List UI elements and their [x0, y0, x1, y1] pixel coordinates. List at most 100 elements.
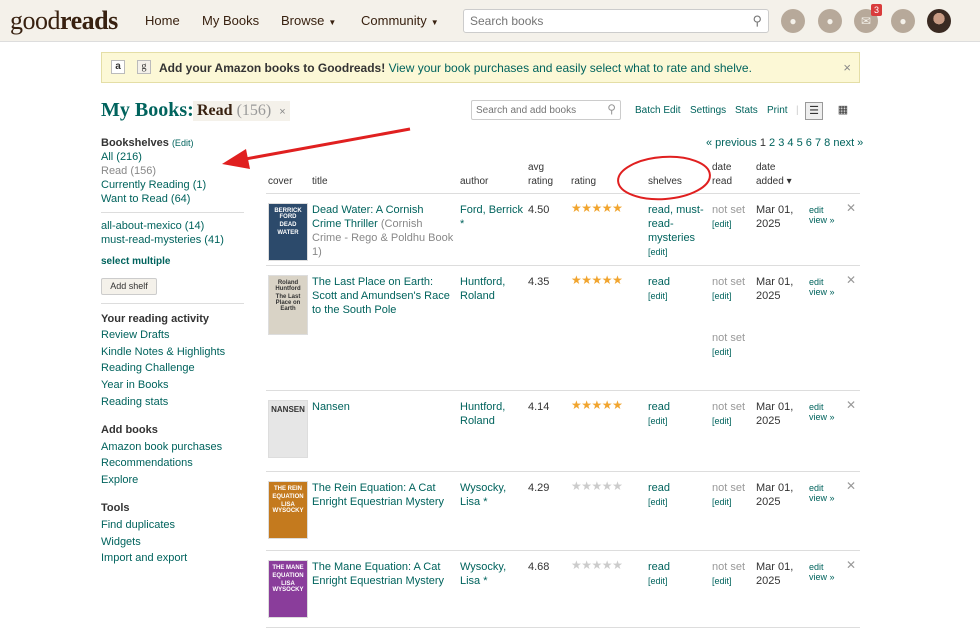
- shelf-read[interactable]: Read (156): [101, 165, 156, 177]
- col-avg-rating[interactable]: avg rating: [528, 161, 553, 189]
- shelf-must-read-mysteries[interactable]: must-read-mysteries (41): [101, 234, 224, 246]
- col-date-read[interactable]: date read: [712, 161, 732, 189]
- edit-date-read-link[interactable]: [edit]: [712, 217, 732, 231]
- star-icon[interactable]: ★: [571, 398, 582, 412]
- print-link[interactable]: Print: [767, 105, 788, 116]
- star-icon[interactable]: ★: [581, 558, 592, 572]
- book-cover[interactable]: NANSEN: [268, 400, 308, 458]
- star-icon[interactable]: ★: [612, 273, 623, 287]
- user-avatar[interactable]: [927, 9, 951, 33]
- star-icon[interactable]: ★: [602, 479, 613, 493]
- next-page-link[interactable]: next »: [833, 137, 863, 149]
- rating-stars[interactable]: ★★★★★: [571, 201, 623, 215]
- page-8[interactable]: 8: [824, 137, 830, 149]
- page-title[interactable]: My Books:: [101, 99, 194, 122]
- remove-book-icon[interactable]: ✕: [846, 273, 856, 287]
- star-icon[interactable]: ★: [602, 273, 613, 287]
- search-icon[interactable]: ⚲: [607, 102, 616, 116]
- reading-challenge-link[interactable]: Reading Challenge: [101, 362, 195, 374]
- star-icon[interactable]: ★: [571, 273, 582, 287]
- col-title[interactable]: title: [312, 175, 328, 189]
- remove-book-icon[interactable]: ✕: [846, 479, 856, 493]
- star-icon[interactable]: ★: [592, 479, 603, 493]
- edit-shelves-link[interactable]: [edit]: [648, 289, 668, 303]
- edit-shelves-link[interactable]: [edit]: [648, 495, 668, 509]
- rating-stars[interactable]: ★★★★★: [571, 273, 623, 287]
- author-link[interactable]: Wysocky, Lisa *: [460, 560, 526, 588]
- amazon-purchases-link[interactable]: Amazon book purchases: [101, 441, 222, 453]
- star-icon[interactable]: ★: [592, 398, 603, 412]
- table-view-icon[interactable]: ☰: [805, 102, 823, 120]
- edit-date-read-link[interactable]: [edit]: [712, 289, 732, 303]
- search-input[interactable]: [464, 10, 734, 32]
- col-shelves[interactable]: shelves: [648, 175, 682, 189]
- col-author[interactable]: author: [460, 175, 488, 189]
- discussions-icon[interactable]: ●: [818, 9, 842, 33]
- page-7[interactable]: 7: [815, 137, 821, 149]
- page-2[interactable]: 2: [769, 137, 775, 149]
- goodreads-logo[interactable]: goodreads: [10, 6, 118, 36]
- star-icon[interactable]: ★: [581, 479, 592, 493]
- reading-stats-link[interactable]: Reading stats: [101, 396, 168, 408]
- star-icon[interactable]: ★: [602, 398, 613, 412]
- view-review-link[interactable]: view »: [809, 213, 835, 227]
- review-drafts-link[interactable]: Review Drafts: [101, 329, 169, 341]
- import-export-link[interactable]: Import and export: [101, 552, 187, 564]
- book-title-link[interactable]: The Rein Equation: A Cat Enright Equestr…: [312, 482, 444, 508]
- batch-edit-link[interactable]: Batch Edit: [635, 105, 681, 116]
- star-icon[interactable]: ★: [612, 558, 623, 572]
- col-rating[interactable]: rating: [571, 175, 596, 189]
- settings-link[interactable]: Settings: [690, 105, 726, 116]
- page-5[interactable]: 5: [797, 137, 803, 149]
- rating-stars[interactable]: ★★★★★: [571, 398, 623, 412]
- book-title-link[interactable]: Nansen: [312, 401, 350, 413]
- stats-link[interactable]: Stats: [735, 105, 758, 116]
- edit-date-read-link[interactable]: [edit]: [712, 495, 732, 509]
- page-6[interactable]: 6: [806, 137, 812, 149]
- star-icon[interactable]: ★: [602, 558, 613, 572]
- edit-shelves-link[interactable]: (Edit): [172, 138, 194, 148]
- remove-filter-icon[interactable]: ×: [279, 106, 285, 118]
- star-icon[interactable]: ★: [612, 398, 623, 412]
- book-cover[interactable]: Roland Huntford The Last Place on Earth: [268, 275, 308, 335]
- book-title-link[interactable]: The Mane Equation: A Cat Enright Equestr…: [312, 561, 444, 587]
- star-icon[interactable]: ★: [581, 273, 592, 287]
- edit-shelves-link[interactable]: [edit]: [648, 574, 668, 588]
- star-icon[interactable]: ★: [602, 201, 613, 215]
- star-icon[interactable]: ★: [571, 479, 582, 493]
- author-link[interactable]: Ford, Berrick *: [460, 203, 526, 231]
- star-icon[interactable]: ★: [571, 558, 582, 572]
- page-4[interactable]: 4: [787, 137, 793, 149]
- close-icon[interactable]: ×: [843, 60, 851, 75]
- nav-browse[interactable]: Browse ▼: [281, 13, 336, 28]
- author-link[interactable]: Wysocky, Lisa *: [460, 481, 526, 509]
- view-review-link[interactable]: view »: [809, 410, 835, 424]
- promo-link[interactable]: View your book purchases and easily sele…: [389, 61, 752, 75]
- rating-stars[interactable]: ★★★★★: [571, 479, 623, 493]
- shelves-link[interactable]: read, must-read-mysteries: [648, 203, 706, 245]
- star-icon[interactable]: ★: [612, 201, 623, 215]
- nav-community[interactable]: Community ▼: [361, 13, 439, 28]
- shelves-link[interactable]: read: [648, 400, 706, 414]
- shelves-link[interactable]: read: [648, 481, 706, 495]
- star-icon[interactable]: ★: [581, 201, 592, 215]
- shelf-want-to-read[interactable]: Want to Read (64): [101, 193, 190, 205]
- star-icon[interactable]: ★: [592, 273, 603, 287]
- select-multiple-link[interactable]: select multiple: [101, 256, 170, 267]
- shelf-all[interactable]: All (216): [101, 151, 142, 163]
- search-icon[interactable]: ⚲: [752, 13, 762, 29]
- rating-stars[interactable]: ★★★★★: [571, 558, 623, 572]
- view-review-link[interactable]: view »: [809, 491, 835, 505]
- shelf-all-about-mexico[interactable]: all-about-mexico (14): [101, 220, 204, 232]
- edit-date-read-second-link[interactable]: [edit]: [712, 345, 732, 359]
- edit-shelves-link[interactable]: [edit]: [648, 245, 668, 259]
- widgets-link[interactable]: Widgets: [101, 536, 141, 548]
- view-review-link[interactable]: view »: [809, 285, 835, 299]
- edit-shelves-link[interactable]: [edit]: [648, 414, 668, 428]
- recommendations-link[interactable]: Recommendations: [101, 457, 193, 469]
- author-link[interactable]: Huntford, Roland: [460, 400, 526, 428]
- shelf-currently-reading[interactable]: Currently Reading (1): [101, 179, 206, 191]
- year-in-books-link[interactable]: Year in Books: [101, 379, 168, 391]
- col-date-added[interactable]: date added ▾: [756, 161, 792, 189]
- kindle-notes-link[interactable]: Kindle Notes & Highlights: [101, 346, 225, 358]
